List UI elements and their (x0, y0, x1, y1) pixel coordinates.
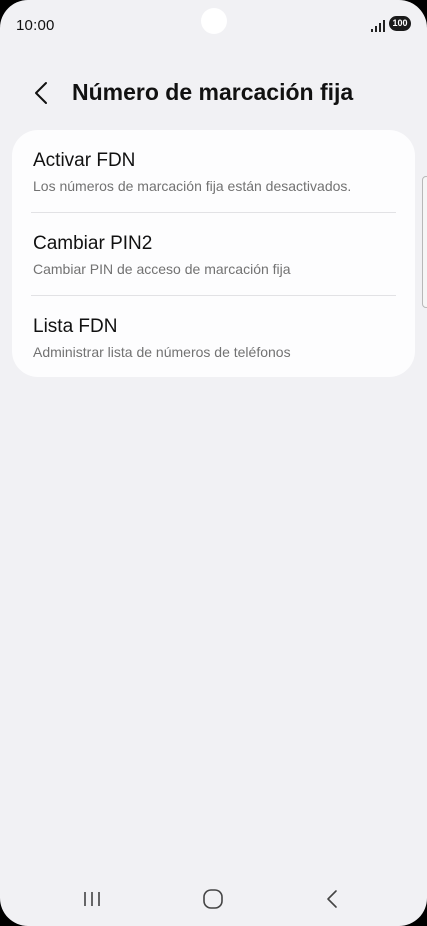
phone-screen: 10:00 100 Número de marcación fija Activ… (0, 0, 427, 926)
nav-back-button[interactable] (312, 882, 352, 916)
recent-apps-icon (84, 892, 100, 906)
home-button[interactable] (193, 882, 233, 916)
scroll-indicator[interactable] (422, 176, 427, 308)
chevron-left-icon (35, 82, 47, 104)
recent-apps-button[interactable] (72, 882, 112, 916)
settings-card: Activar FDN Los números de marcación fij… (12, 130, 415, 377)
item-subtitle: Administrar lista de números de teléfono… (33, 344, 291, 360)
home-icon (203, 889, 223, 909)
list-item-lista-fdn[interactable]: Lista FDN Administrar lista de números d… (12, 296, 415, 378)
signal-icon (371, 20, 385, 32)
list-item-cambiar-pin2[interactable]: Cambiar PIN2 Cambiar PIN de acceso de ma… (12, 213, 415, 295)
page-title: Número de marcación fija (72, 79, 354, 105)
battery-icon: 100 (389, 16, 411, 31)
status-bar: 10:00 100 (0, 0, 427, 52)
back-button[interactable] (26, 76, 56, 110)
item-subtitle: Los números de marcación fija están desa… (33, 178, 352, 194)
item-title: Lista FDN (33, 316, 118, 337)
item-title: Cambiar PIN2 (33, 233, 153, 254)
back-icon (327, 890, 337, 908)
app-header: Número de marcación fija (0, 70, 427, 118)
status-time: 10:00 (16, 17, 55, 34)
list-item-activar-fdn[interactable]: Activar FDN Los números de marcación fij… (12, 130, 415, 212)
item-title: Activar FDN (33, 150, 136, 171)
navigation-bar (0, 872, 427, 926)
item-subtitle: Cambiar PIN de acceso de marcación fija (33, 261, 291, 277)
camera-cutout (201, 8, 227, 34)
